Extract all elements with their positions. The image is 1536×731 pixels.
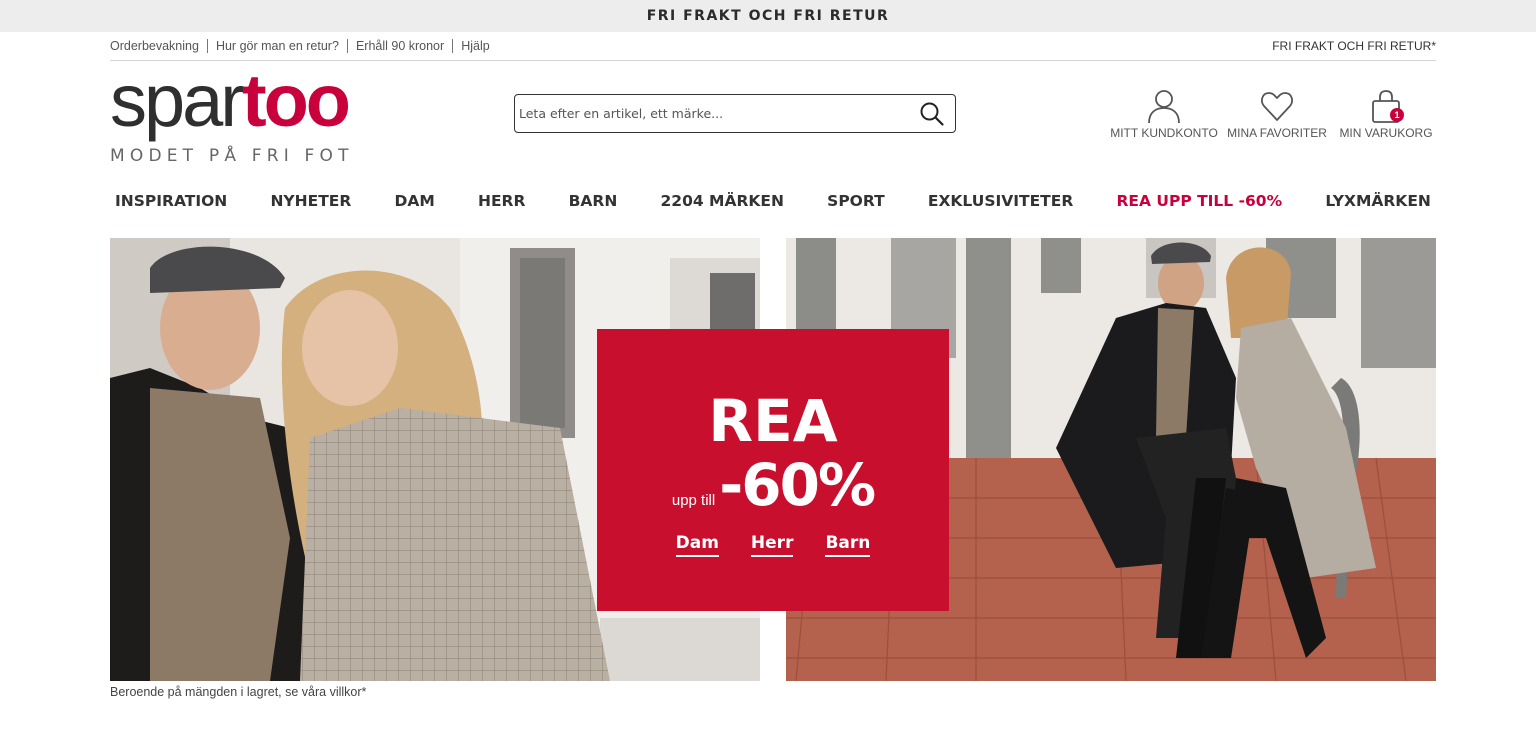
main-navigation: INSPIRATION NYHETER DAM HERR BARN 2204 M… — [110, 188, 1436, 214]
utility-bar: Orderbevakning Hur gör man en retur? Erh… — [110, 32, 1436, 61]
logo-wordmark: spartoo — [110, 59, 351, 142]
account-button[interactable]: MITT KUNDKONTO — [1110, 88, 1218, 140]
account-label: MITT KUNDKONTO — [1110, 126, 1218, 140]
promo-link-barn[interactable]: Barn — [825, 533, 871, 557]
nav-item-exclusives[interactable]: EXKLUSIVITETER — [928, 192, 1073, 210]
cart-count-badge: 1 — [1390, 108, 1404, 122]
search-input[interactable] — [515, 95, 905, 132]
heart-icon — [1261, 92, 1293, 121]
promo-discount: upp till -60% — [597, 451, 949, 519]
favorites-button[interactable]: MINA FAVORITER — [1227, 88, 1327, 140]
promo-prefix: upp till — [671, 492, 716, 509]
nav-item-herr[interactable]: HERR — [478, 192, 525, 210]
stock-disclaimer: Beroende på mängden i lagret, se våra vi… — [110, 685, 367, 699]
logo-tagline: MODET PÅ FRI FOT — [110, 146, 354, 166]
promo-category-links: Dam Herr Barn — [597, 533, 949, 557]
promo-percent: -60% — [719, 451, 876, 519]
nav-item-brands[interactable]: 2204 MÄRKEN — [661, 192, 784, 210]
nav-item-inspiration[interactable]: INSPIRATION — [115, 192, 227, 210]
cart-button[interactable]: 1 MIN VARUKORG — [1336, 88, 1436, 140]
cart-label: MIN VARUKORG — [1339, 126, 1433, 140]
help-link[interactable]: Hjälp — [452, 39, 498, 53]
utility-links: Orderbevakning Hur gör man en retur? Erh… — [110, 39, 498, 53]
nav-item-luxury-brands[interactable]: LYXMÄRKEN — [1325, 192, 1431, 210]
promo-link-dam[interactable]: Dam — [675, 533, 719, 557]
nav-item-sale[interactable]: REA UPP TILL -60% — [1116, 192, 1282, 210]
promo-link-herr[interactable]: Herr — [750, 533, 794, 557]
nav-item-nyheter[interactable]: NYHETER — [270, 192, 351, 210]
search-box — [514, 94, 956, 133]
earn-kronor-link[interactable]: Erhåll 90 kronor — [346, 39, 452, 53]
favorites-label: MINA FAVORITER — [1227, 126, 1327, 140]
promo-top-banner: FRI FRAKT OCH FRI RETUR — [0, 0, 1536, 32]
sale-promo-box[interactable]: REA upp till -60% Dam Herr Barn — [597, 329, 949, 611]
nav-item-sport[interactable]: SPORT — [827, 192, 885, 210]
nav-item-dam[interactable]: DAM — [394, 192, 434, 210]
order-tracking-link[interactable]: Orderbevakning — [110, 39, 207, 53]
search-icon[interactable] — [919, 101, 945, 127]
user-icon — [1148, 90, 1180, 124]
nav-item-barn[interactable]: BARN — [569, 192, 618, 210]
free-shipping-notice: FRI FRAKT OCH FRI RETUR* — [1272, 39, 1436, 53]
top-banner-text: FRI FRAKT OCH FRI RETUR — [646, 8, 890, 24]
promo-headline: REA — [708, 387, 838, 455]
spartoo-logo[interactable]: spartoo MODET PÅ FRI FOT — [110, 59, 370, 167]
return-help-link[interactable]: Hur gör man en retur? — [206, 39, 347, 53]
